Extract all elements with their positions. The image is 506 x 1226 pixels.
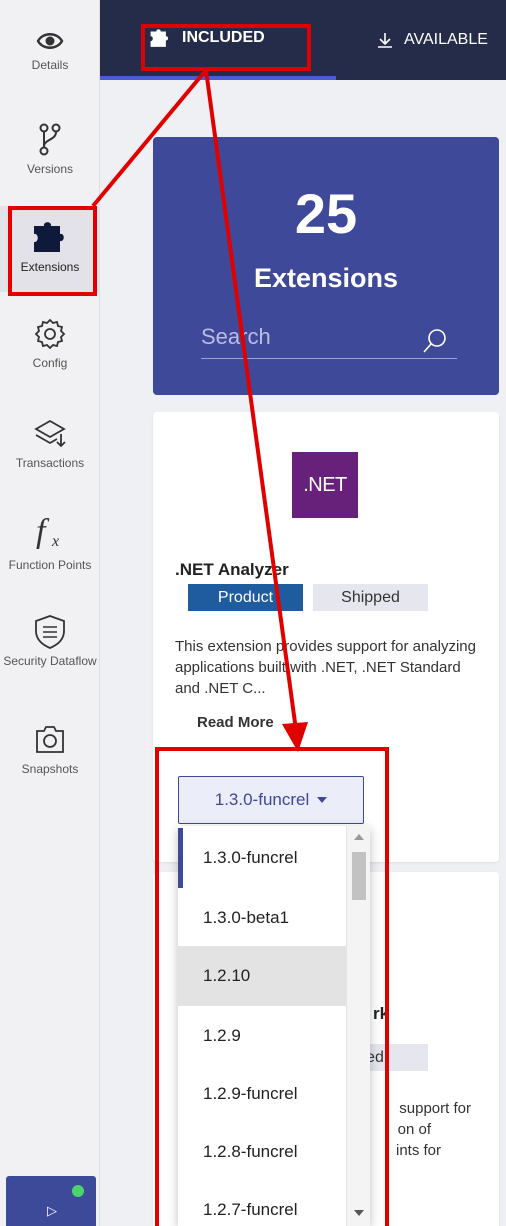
search-box	[201, 313, 457, 359]
version-option[interactable]: 1.3.0-funcrel	[178, 828, 346, 888]
tab-label: INCLUDED	[182, 29, 265, 46]
read-more-link[interactable]: Read More	[197, 714, 274, 731]
eye-icon	[36, 33, 64, 49]
sidebar-item-versions[interactable]: Versions	[0, 122, 100, 177]
sidebar-item-label: Security Dataflow	[3, 654, 97, 668]
sidebar-item-function-points[interactable]: f x Function Points	[0, 512, 100, 573]
tab-included[interactable]: INCLUDED	[100, 0, 336, 80]
tab-label: AVAILABLE	[404, 31, 488, 48]
puzzle-icon	[150, 29, 169, 47]
shield-icon	[35, 615, 65, 649]
puzzle-icon	[34, 222, 64, 252]
status-indicator	[72, 1185, 84, 1197]
badge-product: Product	[188, 584, 303, 611]
sidebar-item-label: Config	[32, 356, 68, 370]
version-option[interactable]: 1.2.8-funcrel	[178, 1122, 346, 1182]
sidebar-item-label: Details	[31, 58, 69, 72]
dropdown-scrollbar[interactable]	[346, 826, 370, 1226]
sidebar: Details Versions Extensions Config Trans…	[0, 0, 100, 1226]
version-option[interactable]: 1.2.7-funcrel	[178, 1180, 346, 1226]
version-select[interactable]: 1.3.0-funcrel	[178, 776, 364, 824]
version-option[interactable]: 1.3.0-beta1	[178, 888, 346, 948]
scroll-down-icon[interactable]	[354, 1210, 364, 1216]
sidebar-item-label: Transactions	[15, 456, 85, 470]
search-input[interactable]	[201, 319, 411, 355]
tab-bar: INCLUDED AVAILABLE	[100, 0, 506, 80]
sidebar-item-label: Extensions	[20, 260, 80, 274]
extension-count-label: Extensions	[253, 263, 399, 293]
sidebar-item-label: Versions	[26, 162, 74, 176]
sidebar-item-transactions[interactable]: Transactions	[0, 418, 100, 471]
sidebar-item-label: Function Points	[8, 558, 92, 572]
sidebar-item-snapshots[interactable]: Snapshots	[0, 722, 100, 777]
version-dropdown-list: 1.3.0-funcrel 1.3.0-beta1 1.2.10 1.2.9 1…	[178, 826, 370, 1226]
version-option[interactable]: 1.2.9-funcrel	[178, 1064, 346, 1124]
extension-name: rk	[373, 1004, 390, 1023]
sidebar-item-label: Snapshots	[21, 762, 79, 776]
layers-icon	[34, 419, 66, 448]
extension-count: 25	[294, 182, 358, 245]
version-option[interactable]: 1.2.9	[178, 1006, 346, 1066]
chevron-down-icon	[317, 797, 328, 803]
sidebar-item-config[interactable]: Config	[0, 318, 100, 371]
sidebar-item-security-dataflow[interactable]: Security Dataflow	[0, 614, 100, 669]
scroll-up-icon[interactable]	[354, 834, 364, 840]
sidebar-item-details[interactable]: Details	[0, 30, 100, 73]
gear-icon	[34, 318, 66, 350]
play-icon: ▷	[47, 1203, 57, 1218]
svg-text:f: f	[36, 513, 50, 550]
tab-available[interactable]: AVAILABLE	[376, 0, 488, 80]
function-icon: f x	[36, 513, 59, 550]
sidebar-item-extensions[interactable]: Extensions	[0, 206, 100, 292]
branch-icon	[39, 123, 61, 156]
camera-icon	[36, 726, 64, 753]
run-button[interactable]: ▷	[6, 1176, 96, 1226]
svg-text:x: x	[51, 533, 59, 550]
search-icon[interactable]	[421, 327, 449, 355]
download-icon	[378, 33, 392, 48]
version-select-value: 1.3.0-funcrel	[214, 790, 310, 809]
scroll-thumb[interactable]	[352, 852, 366, 900]
badge-shipped: Shipped	[313, 584, 428, 611]
extension-description: This extension provides support for anal…	[175, 638, 476, 697]
version-option[interactable]: 1.2.10	[178, 946, 346, 1006]
dotnet-logo: .NET	[292, 452, 358, 518]
extension-name: .NET Analyzer	[175, 560, 289, 579]
extensions-summary-card: 25 Extensions	[153, 137, 499, 395]
